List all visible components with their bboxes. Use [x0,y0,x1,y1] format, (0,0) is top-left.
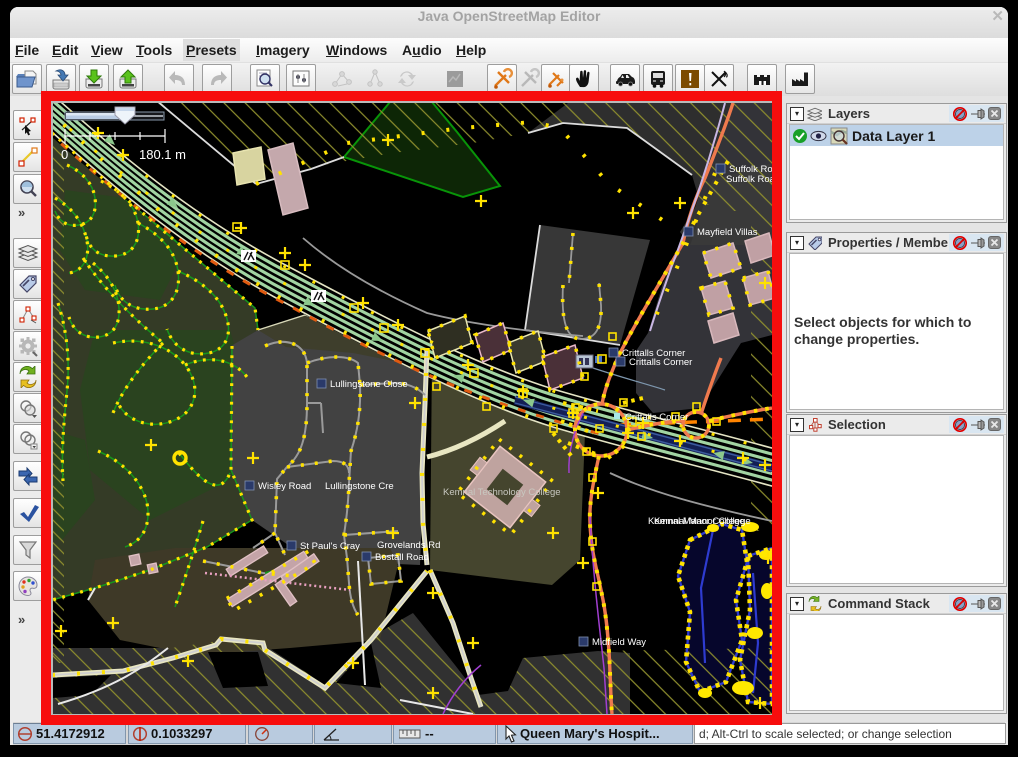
svg-text:Crittalls Corner: Crittalls Corner [625,412,688,423]
svg-text:Grovelands Rd: Grovelands Rd [377,540,440,551]
svg-text:180.1 m: 180.1 m [139,147,186,162]
svg-text:Crittalls Corner: Crittalls Corner [629,357,692,368]
svg-text:Mayfield Villas: Mayfield Villas [697,227,758,238]
svg-text:Wisley Road: Wisley Road [258,481,311,492]
svg-text:0: 0 [61,147,68,162]
svg-text:Kemnal Technology College: Kemnal Technology College [443,487,561,498]
svg-text:Bostall Road: Bostall Road [375,552,429,563]
svg-text:Lullingstone Cre: Lullingstone Cre [325,481,394,492]
svg-text:Lullingstone Close: Lullingstone Close [330,379,408,390]
svg-text:Kemnal Manor College: Kemnal Manor College [654,516,751,527]
svg-text:Midfield Way: Midfield Way [592,637,646,648]
svg-text:Suffolk Roa: Suffolk Roa [726,174,772,185]
svg-text:St Paul's Cray: St Paul's Cray [300,541,360,552]
